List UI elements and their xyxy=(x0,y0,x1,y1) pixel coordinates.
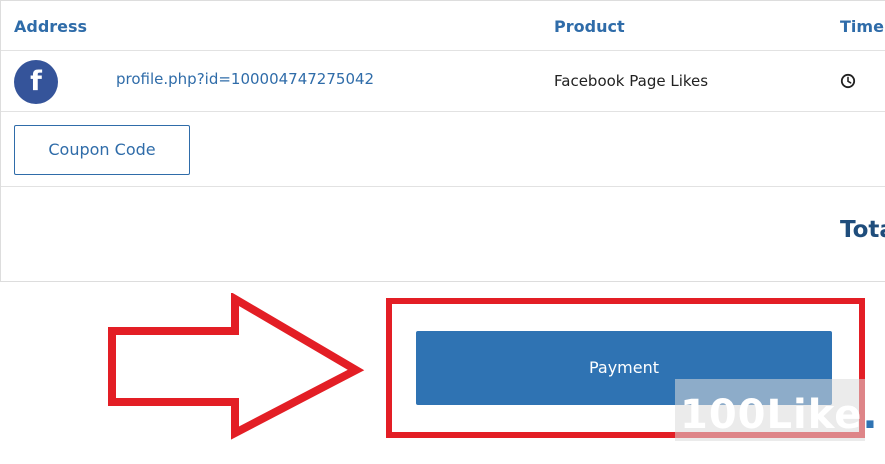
facebook-icon: f xyxy=(14,60,58,104)
address-link[interactable]: profile.php?id=100004747275042 xyxy=(116,70,374,88)
coupon-divider xyxy=(1,186,885,187)
watermark-dot: . xyxy=(862,392,879,438)
right-arrow-icon xyxy=(108,293,365,440)
order-table: Address Product Time f profile.php?id=10… xyxy=(0,0,885,282)
product-name: Facebook Page Likes xyxy=(554,72,709,90)
row-divider xyxy=(1,111,885,112)
total-label: Tota xyxy=(840,217,885,243)
watermark-text: 100Like xyxy=(680,392,863,438)
header-product: Product xyxy=(554,17,625,36)
coupon-code-button[interactable]: Coupon Code xyxy=(14,125,190,175)
header-divider xyxy=(1,50,885,51)
header-address: Address xyxy=(14,17,88,36)
clock-icon xyxy=(840,73,856,89)
header-time: Time xyxy=(840,17,884,36)
watermark-logo: 100Like. xyxy=(680,392,879,438)
